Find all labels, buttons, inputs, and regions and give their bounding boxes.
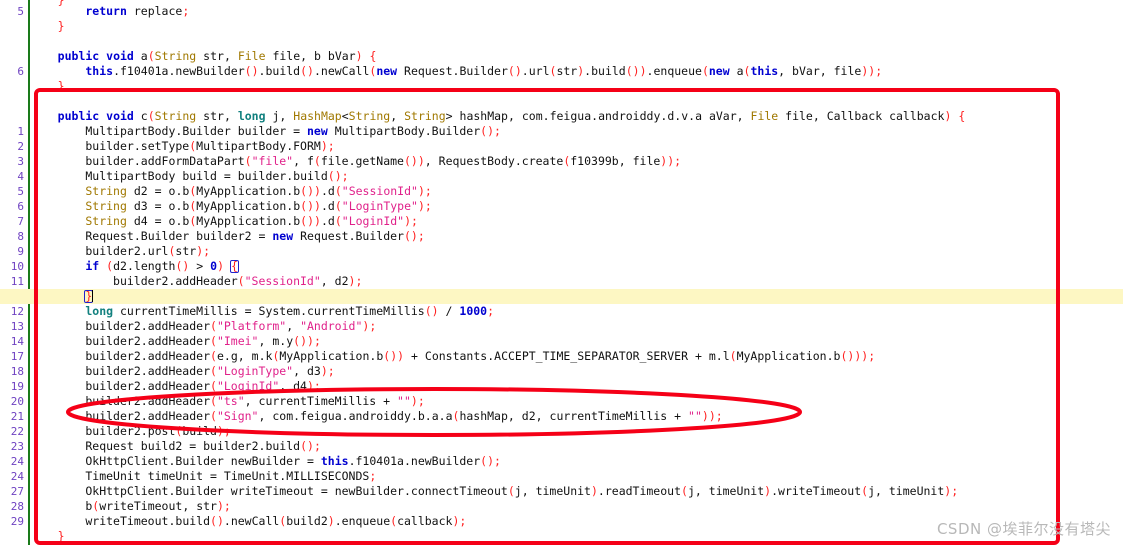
line-number: 18 xyxy=(10,365,24,378)
line-number: 7 xyxy=(17,215,24,228)
line-number: 9 xyxy=(17,245,24,258)
line-number: 14 xyxy=(10,335,24,348)
line-number: 28 xyxy=(10,500,24,513)
code-line[interactable]: MultipartBody.Builder builder = new Mult… xyxy=(30,124,501,139)
line-number: 8 xyxy=(17,230,24,243)
line-number: 27 xyxy=(10,485,24,498)
line-number: 11 xyxy=(10,275,24,288)
code-line[interactable]: builder2.addHeader("ts", currentTimeMill… xyxy=(30,394,424,409)
code-line[interactable]: OkHttpClient.Builder writeTimeout = newB… xyxy=(30,484,958,499)
code-line[interactable]: this.f10401a.newBuilder().build().newCal… xyxy=(30,64,882,79)
line-number: 21 xyxy=(10,410,24,423)
line-number: 10 xyxy=(10,260,24,273)
code-line[interactable]: builder2.addHeader("LoginType", d3); xyxy=(30,364,334,379)
line-number: 5 xyxy=(17,185,24,198)
line-number: 6 xyxy=(17,65,24,78)
code-text-area[interactable]: } return replace;} public void a(String st… xyxy=(30,0,1123,545)
line-number: 22 xyxy=(10,425,24,438)
code-line[interactable]: builder2.url(str); xyxy=(30,244,210,259)
code-line[interactable]: } xyxy=(30,79,65,94)
line-number: 19 xyxy=(10,380,24,393)
code-line[interactable]: String d4 = o.b(MyApplication.b()).d("Lo… xyxy=(30,214,418,229)
code-line[interactable]: } xyxy=(30,529,65,544)
line-number: 24 xyxy=(10,470,24,483)
code-line[interactable]: OkHttpClient.Builder newBuilder = this.f… xyxy=(30,454,501,469)
code-editor[interactable]: 5 6 1 2 3 4 5 6 7 8 9 10 11 12 13 14 17 18 19 20 21 22 23 24 24 2… xyxy=(0,0,1123,545)
code-line[interactable]: builder.addFormDataPart("file", f(file.g… xyxy=(30,154,681,169)
code-line[interactable]: long currentTimeMillis = System.currentT… xyxy=(30,304,494,319)
text-caret xyxy=(92,290,94,302)
line-number: 12 xyxy=(10,305,24,318)
code-line[interactable]: b(writeTimeout, str); xyxy=(30,499,231,514)
code-line[interactable]: builder2.addHeader(e.g, m.k(MyApplicatio… xyxy=(30,349,875,364)
csdn-watermark: CSDN @埃菲尔没有塔尖 xyxy=(936,520,1111,538)
code-line[interactable]: } xyxy=(30,289,94,304)
line-number: 13 xyxy=(10,320,24,333)
code-line[interactable]: TimeUnit timeUnit = TimeUnit.MILLISECOND… xyxy=(30,469,376,484)
code-line[interactable]: builder2.post(build); xyxy=(30,424,230,439)
line-number: 17 xyxy=(10,350,24,363)
code-line[interactable]: writeTimeout.build().newCall(build2).enq… xyxy=(30,514,466,529)
code-line[interactable]: builder2.addHeader("Imei", m.y()); xyxy=(30,334,321,349)
line-number: 4 xyxy=(17,170,24,183)
line-number-gutter: 5 6 1 2 3 4 5 6 7 8 9 10 11 12 13 14 17 18 19 20 21 22 23 24 24 2… xyxy=(0,0,28,545)
line-number: 1 xyxy=(17,125,24,138)
code-line[interactable]: builder2.addHeader("Platform", "Android"… xyxy=(30,319,376,334)
code-line[interactable]: Request build2 = builder2.build(); xyxy=(30,439,321,454)
code-line[interactable]: public void a(String str, File file, b b… xyxy=(30,49,377,64)
line-number: 2 xyxy=(17,140,24,153)
line-number: 24 xyxy=(10,455,24,468)
line-number: 29 xyxy=(10,515,24,528)
code-line[interactable]: MultipartBody build = builder.build(); xyxy=(30,169,348,184)
line-number: 3 xyxy=(17,155,24,168)
code-line[interactable]: } xyxy=(30,19,65,34)
line-number: 5 xyxy=(17,5,24,18)
code-line[interactable]: if (d2.length() > 0) { xyxy=(30,259,239,274)
line-number: 20 xyxy=(10,395,24,408)
code-line[interactable]: String d3 = o.b(MyApplication.b()).d("Lo… xyxy=(30,199,431,214)
code-line[interactable]: builder.setType(MultipartBody.FORM); xyxy=(30,139,334,154)
line-number: 23 xyxy=(10,440,24,453)
code-line[interactable]: String d2 = o.b(MyApplication.b()).d("Se… xyxy=(30,184,431,199)
code-line[interactable]: builder2.addHeader("LoginId", d4); xyxy=(30,379,321,394)
code-line[interactable]: builder2.addHeader("Sign", com.feigua.an… xyxy=(30,409,722,424)
code-line[interactable]: return replace; xyxy=(30,4,189,19)
line-number: 6 xyxy=(17,200,24,213)
matching-brace-marker: { xyxy=(229,259,239,273)
code-line[interactable]: public void c(String str, long j, HashMa… xyxy=(30,109,966,124)
code-line[interactable]: Request.Builder builder2 = new Request.B… xyxy=(30,229,424,244)
code-line[interactable]: builder2.addHeader("SessionId", d2); xyxy=(30,274,362,289)
